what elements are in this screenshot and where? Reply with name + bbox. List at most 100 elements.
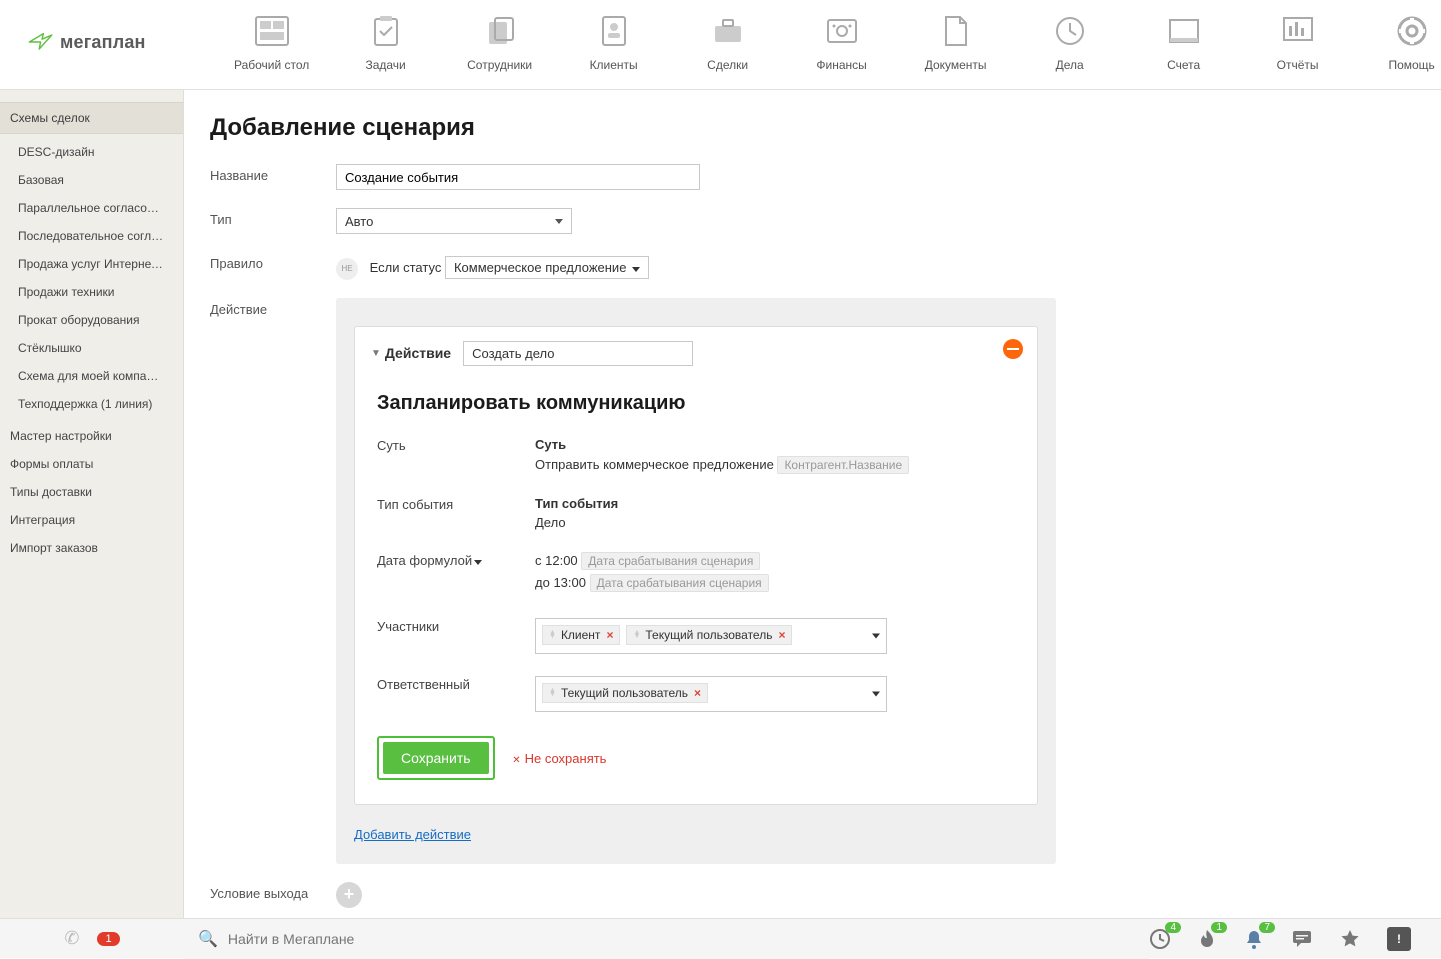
sidebar-scheme[interactable]: Параллельное согласование xyxy=(0,194,183,222)
tasks-icon xyxy=(368,14,404,48)
date-to-chip[interactable]: Дата срабатывания сценария xyxy=(590,574,769,592)
nav-item-reports[interactable]: Отчёты xyxy=(1262,14,1334,72)
dropdown-icon[interactable] xyxy=(872,691,880,696)
sidebar-scheme[interactable]: Схема для моей компании xyxy=(0,362,183,390)
action-type-select[interactable]: Создать дело xyxy=(463,341,693,366)
rule-ne-badge[interactable]: НЕ xyxy=(336,258,358,280)
tag-label: Текущий пользователь xyxy=(645,628,772,642)
logo[interactable]: мегаплан xyxy=(28,28,146,56)
essence-placeholder-chip[interactable]: Контрагент.Название xyxy=(777,456,909,474)
fire-icon[interactable]: 1 xyxy=(1197,928,1217,950)
action-type-value: Создать дело xyxy=(472,346,554,361)
employees-icon xyxy=(482,14,518,48)
feedback-icon[interactable]: ! xyxy=(1387,927,1411,951)
nav-item-clients[interactable]: Клиенты xyxy=(578,14,650,72)
type-select[interactable]: Авто xyxy=(336,208,572,234)
responsible-input[interactable]: ▲▼Текущий пользователь× xyxy=(535,676,887,712)
dropdown-icon[interactable] xyxy=(872,633,880,638)
caret-down-icon xyxy=(555,219,563,224)
date-label[interactable]: Дата формулой xyxy=(377,553,472,568)
nav-item-invoices[interactable]: Счета xyxy=(1148,14,1220,72)
sidebar-link-import[interactable]: Импорт заказов xyxy=(0,534,183,562)
nav-item-employees[interactable]: Сотрудники xyxy=(464,14,536,72)
finance-icon xyxy=(824,14,860,48)
tag-remove-icon[interactable]: × xyxy=(778,628,785,642)
clients-icon xyxy=(596,14,632,48)
sidebar-scheme[interactable]: Стёклышко xyxy=(0,334,183,362)
nav-item-help[interactable]: Помощь xyxy=(1376,14,1441,72)
main: Добавление сценария Название Тип Авто Пр… xyxy=(184,90,1441,918)
action-cancel-link[interactable]: Не сохранять xyxy=(512,751,606,766)
sidebar-scheme[interactable]: DESC-дизайн xyxy=(0,138,183,166)
collapse-icon[interactable]: ▼ xyxy=(371,348,381,359)
nav-item-documents[interactable]: Документы xyxy=(920,14,992,72)
sidebar-link-integration[interactable]: Интеграция xyxy=(0,506,183,534)
rule-prefix: Если статус xyxy=(370,260,442,275)
action-save-button[interactable]: Сохранить xyxy=(383,742,489,774)
phone-icon[interactable]: ✆ xyxy=(64,928,79,949)
sidebar-heading[interactable]: Схемы сделок xyxy=(0,102,183,134)
dashboard-icon xyxy=(254,14,290,48)
sidebar-scheme[interactable]: Техподдержка (1 линия) xyxy=(0,390,183,418)
nav-item-dashboard[interactable]: Рабочий стол xyxy=(236,14,308,72)
chat-icon[interactable] xyxy=(1291,929,1313,949)
essence-bold: Суть xyxy=(535,437,1021,452)
label-exit-cond: Условие выхода xyxy=(210,882,336,901)
star-icon[interactable] xyxy=(1339,928,1361,950)
label-rule: Правило xyxy=(210,252,336,271)
deals-icon xyxy=(710,14,746,48)
nav-item-finance[interactable]: Финансы xyxy=(806,14,878,72)
bottom-bar: ✆ 1 🔍 4 1 7 ! xyxy=(0,918,1441,958)
sidebar-scheme[interactable]: Базовая xyxy=(0,166,183,194)
clock-badge: 4 xyxy=(1165,922,1181,933)
date-from-time[interactable]: 12:00 xyxy=(545,553,578,568)
nav-item-todos[interactable]: Дела xyxy=(1034,14,1106,72)
nav-label: Сделки xyxy=(707,58,748,72)
date-from-chip[interactable]: Дата срабатывания сценария xyxy=(581,552,760,570)
clock-icon[interactable]: 4 xyxy=(1149,928,1171,950)
action-head-label: Действие xyxy=(385,345,451,361)
sidebar-scheme[interactable]: Продажа услуг Интернет-аге… xyxy=(0,250,183,278)
eventtype-label: Тип события xyxy=(377,496,535,530)
eventtype-value: Дело xyxy=(535,515,566,530)
label-action: Действие xyxy=(210,298,336,317)
search-icon: 🔍 xyxy=(198,929,218,949)
sidebar-link-payments[interactable]: Формы оплаты xyxy=(0,450,183,478)
nav-item-deals[interactable]: Сделки xyxy=(692,14,764,72)
help-icon xyxy=(1394,14,1430,48)
date-to-time[interactable]: 13:00 xyxy=(553,575,586,590)
add-exit-condition-button[interactable]: + xyxy=(336,882,362,908)
name-input[interactable] xyxy=(336,164,700,190)
nav-label: Финансы xyxy=(816,58,866,72)
rule-status-value: Коммерческое предложение xyxy=(454,260,626,275)
sidebar-link-delivery[interactable]: Типы доставки xyxy=(0,478,183,506)
search-bar[interactable]: 🔍 xyxy=(184,919,1149,959)
tag-label: Текущий пользователь xyxy=(561,686,688,700)
sidebar-scheme[interactable]: Последовательное согласов… xyxy=(0,222,183,250)
bell-icon[interactable]: 7 xyxy=(1243,928,1265,950)
rule-status-select[interactable]: Коммерческое предложение xyxy=(445,256,649,279)
fire-badge: 1 xyxy=(1211,922,1227,933)
remove-action-button[interactable] xyxy=(1003,339,1023,359)
action-block: ▼ Действие Создать дело Запланировать ко… xyxy=(336,298,1056,864)
search-input[interactable] xyxy=(228,931,628,947)
participants-tag: ▲▼Текущий пользователь× xyxy=(626,625,792,645)
participants-tag: ▲▼Клиент× xyxy=(542,625,620,645)
action-card-title: Запланировать коммуникацию xyxy=(377,392,1021,415)
todos-icon xyxy=(1052,14,1088,48)
nav-label: Рабочий стол xyxy=(234,58,309,72)
nav-label: Помощь xyxy=(1388,58,1434,72)
responsible-label: Ответственный xyxy=(377,676,535,712)
sidebar-link-master[interactable]: Мастер настройки xyxy=(0,422,183,450)
nav-item-tasks[interactable]: Задачи xyxy=(350,14,422,72)
add-action-link[interactable]: Добавить действие xyxy=(354,827,471,842)
nav-label: Отчёты xyxy=(1277,58,1319,72)
tag-label: Клиент xyxy=(561,628,601,642)
tag-remove-icon[interactable]: × xyxy=(606,628,613,642)
sidebar-scheme[interactable]: Прокат оборудования xyxy=(0,306,183,334)
sidebar-scheme[interactable]: Продажи техники xyxy=(0,278,183,306)
top-nav: мегаплан Рабочий стол Задачи Сотрудники … xyxy=(0,0,1441,90)
tag-remove-icon[interactable]: × xyxy=(694,686,701,700)
participants-input[interactable]: ▲▼Клиент× ▲▼Текущий пользователь× xyxy=(535,618,887,654)
nav-label: Клиенты xyxy=(590,58,638,72)
